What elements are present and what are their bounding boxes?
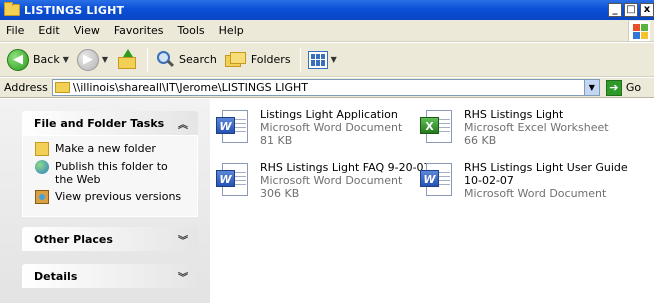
previous-versions-icon: [35, 190, 49, 204]
word-doc-icon: W: [420, 161, 454, 199]
menu-file[interactable]: File: [6, 24, 24, 37]
menu-edit[interactable]: Edit: [38, 24, 59, 37]
task-pane: File and Folder Tasks ︽ Make a new folde…: [0, 99, 210, 303]
title-bar[interactable]: LISTINGS LIGHT _ □ x: [0, 0, 654, 20]
views-icon: [307, 50, 328, 69]
search-icon: [155, 50, 175, 70]
file-type: Microsoft Excel Worksheet: [464, 121, 609, 134]
toolbar-divider: [299, 47, 301, 72]
address-label: Address: [4, 81, 48, 94]
back-button[interactable]: ◀ Back ▼: [4, 46, 72, 74]
details-panel: Details ︾: [22, 264, 198, 288]
task-make-new-folder[interactable]: Make a new folder: [35, 142, 189, 156]
word-doc-icon: W: [216, 108, 250, 146]
address-bar: Address \\illinois\shareall\IT\Jerome\LI…: [0, 78, 654, 98]
back-dropdown-icon[interactable]: ▼: [63, 55, 69, 64]
file-name-line-2: 10-02-07: [464, 174, 514, 187]
search-label: Search: [179, 53, 217, 66]
folders-label: Folders: [250, 53, 291, 66]
toolbar: ◀ Back ▼ ▶ ▼ Search Folders ▼: [0, 43, 654, 77]
file-item[interactable]: W RHS Listings Light FAQ 9-20-07 Microso…: [216, 161, 431, 200]
address-dropdown-icon[interactable]: ▼: [583, 80, 599, 95]
file-size: 81 KB: [260, 134, 293, 147]
other-places-header[interactable]: Other Places ︾: [22, 227, 198, 251]
file-name: RHS Listings Light FAQ 9-20-07: [260, 161, 431, 174]
forward-button[interactable]: ▶ ▼: [74, 46, 111, 74]
file-size: 66 KB: [464, 134, 497, 147]
folders-icon: [224, 51, 247, 69]
file-folder-tasks-header[interactable]: File and Folder Tasks ︽: [22, 111, 198, 135]
toolbar-divider: [147, 47, 149, 72]
address-input[interactable]: \\illinois\shareall\IT\Jerome\LISTINGS L…: [51, 79, 600, 96]
panel-title: Other Places: [34, 232, 113, 246]
menu-bar: File Edit View Favorites Tools Help: [0, 20, 654, 42]
go-button[interactable]: ➔ Go: [605, 79, 642, 96]
task-view-previous-versions[interactable]: View previous versions: [35, 190, 189, 204]
details-header[interactable]: Details ︾: [22, 264, 198, 288]
forward-arrow-icon: ▶: [76, 48, 99, 71]
panel-title: Details: [34, 269, 78, 283]
expand-chevron-icon[interactable]: ︾: [178, 232, 188, 247]
minimize-button[interactable]: _: [608, 3, 622, 17]
word-doc-icon: W: [216, 161, 250, 199]
address-path: \\illinois\shareall\IT\Jerome\LISTINGS L…: [72, 81, 309, 94]
task-label: Publish this folder to the Web: [55, 160, 168, 186]
file-type: Microsoft Word Document: [464, 187, 607, 200]
folders-button[interactable]: Folders: [222, 46, 294, 74]
search-button[interactable]: Search: [152, 46, 220, 74]
forward-dropdown-icon[interactable]: ▼: [102, 55, 108, 64]
go-label: Go: [625, 81, 642, 94]
window-title: LISTINGS LIGHT: [24, 3, 125, 17]
views-button[interactable]: ▼: [305, 46, 340, 74]
menu-view[interactable]: View: [74, 24, 100, 37]
go-arrow-icon: ➔: [605, 79, 622, 96]
up-folder-icon: [116, 48, 138, 71]
file-item[interactable]: W Listings Light Application Microsoft W…: [216, 108, 402, 147]
new-folder-icon: [35, 142, 49, 156]
back-arrow-icon: ◀: [7, 48, 29, 71]
file-folder-tasks-panel: File and Folder Tasks ︽ Make a new folde…: [22, 111, 198, 217]
menu-tools[interactable]: Tools: [178, 24, 205, 37]
folder-icon: [54, 82, 70, 93]
globe-icon: [35, 160, 49, 174]
expand-chevron-icon[interactable]: ︾: [178, 269, 188, 284]
task-label: Make a new folder: [55, 142, 156, 155]
window-controls: _ □ x: [608, 3, 654, 17]
file-size: 306 KB: [260, 187, 300, 200]
up-folder-button[interactable]: [113, 46, 141, 74]
views-dropdown-icon[interactable]: ▼: [331, 55, 337, 64]
file-name: RHS Listings Light: [464, 108, 564, 121]
file-type: Microsoft Word Document: [260, 121, 403, 134]
close-button[interactable]: x: [640, 3, 654, 17]
excel-sheet-icon: X: [420, 108, 454, 146]
maximize-button[interactable]: □: [624, 3, 638, 17]
task-label: View previous versions: [55, 190, 182, 203]
file-name: Listings Light Application: [260, 108, 398, 121]
file-folder-tasks-body: Make a new folder Publish this folder to…: [22, 135, 198, 217]
task-publish-folder[interactable]: Publish this folder to the Web: [35, 160, 189, 186]
panel-title: File and Folder Tasks: [34, 116, 165, 130]
windows-logo-icon: [628, 21, 650, 41]
back-label: Back: [33, 53, 60, 66]
menu-favorites[interactable]: Favorites: [114, 24, 164, 37]
collapse-chevron-icon[interactable]: ︽: [178, 116, 188, 131]
file-item[interactable]: W RHS Listings Light User Guide 10-02-07…: [420, 161, 628, 200]
file-type: Microsoft Word Document: [260, 174, 403, 187]
file-item[interactable]: X RHS Listings Light Microsoft Excel Wor…: [420, 108, 609, 147]
menu-help[interactable]: Help: [219, 24, 244, 37]
folder-icon: [4, 2, 20, 16]
file-name: RHS Listings Light User Guide: [464, 161, 628, 174]
other-places-panel: Other Places ︾: [22, 227, 198, 251]
